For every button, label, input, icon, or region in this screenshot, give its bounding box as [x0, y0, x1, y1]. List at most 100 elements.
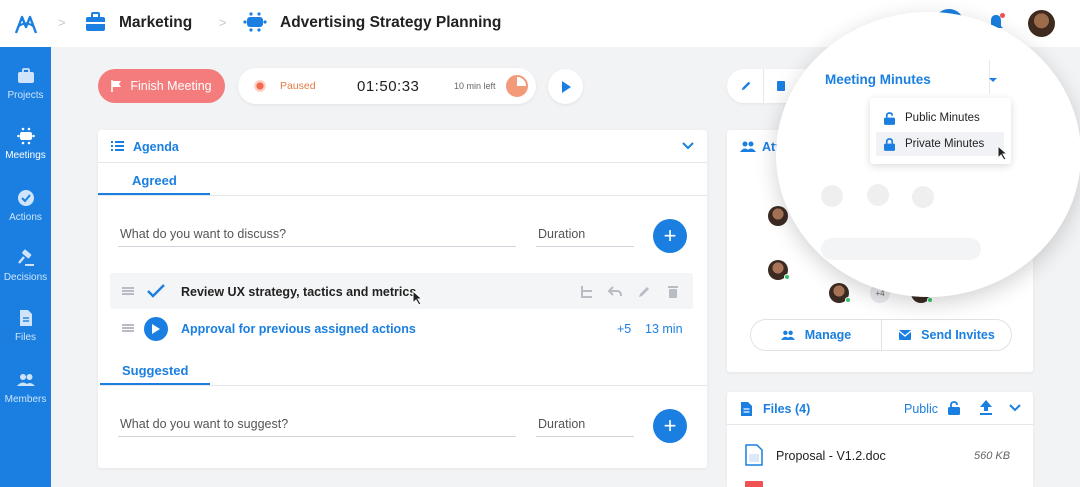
agenda-item-extra-count[interactable]: +5: [617, 322, 631, 336]
file-icon: [741, 402, 752, 416]
discuss-input-underline: [118, 246, 516, 247]
upload-icon[interactable]: [979, 400, 993, 415]
add-agenda-item-button[interactable]: +: [653, 219, 687, 253]
paused-indicator-icon: [254, 80, 266, 92]
attendee-actions: Manage Send Invites: [750, 319, 1012, 351]
file-name[interactable]: Proposal - V1.2.doc: [776, 449, 886, 463]
divider: [98, 162, 707, 163]
unlock-icon[interactable]: [948, 401, 960, 415]
mail-icon: [899, 330, 912, 340]
sidebar-item-label: Actions: [9, 212, 42, 223]
breadcrumb-workspace[interactable]: Marketing: [119, 14, 192, 32]
sidebar-item-actions[interactable]: Actions: [0, 189, 51, 223]
attendee-avatar: [912, 186, 934, 208]
online-status-dot: [845, 297, 851, 303]
agenda-item-title[interactable]: Review UX strategy, tactics and metrics: [181, 285, 416, 299]
notification-dot: [1000, 13, 1005, 18]
caret-down-icon[interactable]: [989, 78, 997, 82]
magnifier-lens: Meeting Minutes Public Minutes Private M…: [776, 12, 1080, 297]
sidebar-item-meetings[interactable]: Meetings: [0, 127, 51, 161]
finish-meeting-button[interactable]: Finish Meeting: [98, 69, 225, 103]
suggest-duration-underline: [536, 436, 634, 437]
agenda-item-duration: 13 min: [645, 322, 683, 336]
trash-icon[interactable]: [666, 285, 680, 299]
briefcase-icon: [86, 12, 105, 31]
attendee-avatar: [867, 184, 889, 206]
tab-agreed[interactable]: Agreed: [132, 173, 177, 188]
check-circle-icon: [17, 190, 34, 206]
sidebar: Projects Meetings Actions Decisions File…: [0, 47, 51, 487]
manage-label: Manage: [804, 328, 852, 342]
attendee-placeholder: [821, 238, 981, 260]
timer-status: Paused: [280, 80, 316, 92]
pdf-file-icon: [745, 481, 763, 487]
toolbar-divider: [763, 69, 764, 103]
breadcrumb-separator: >: [219, 15, 227, 30]
chevron-down-icon[interactable]: [682, 142, 694, 150]
gavel-icon: [17, 249, 34, 266]
sidebar-item-decisions[interactable]: Decisions: [0, 249, 51, 283]
suggest-duration-input[interactable]: Duration: [538, 417, 585, 431]
start-item-button[interactable]: [144, 317, 168, 341]
minutes-select-label: Meeting Minutes: [825, 72, 931, 87]
finish-meeting-label: Finish Meeting: [130, 79, 212, 93]
doc-file-icon: [745, 444, 763, 466]
user-avatar[interactable]: [1028, 10, 1055, 37]
play-icon: [152, 324, 160, 334]
sidebar-item-label: Meetings: [5, 150, 46, 161]
suggest-input[interactable]: What do you want to suggest?: [120, 417, 288, 431]
people-icon: [780, 330, 795, 340]
public-minutes-label: Public Minutes: [905, 112, 980, 124]
files-visibility[interactable]: Public: [904, 402, 938, 416]
online-status-dot: [784, 274, 790, 280]
duration-input[interactable]: Duration: [538, 227, 585, 241]
breadcrumb-meeting: Advertising Strategy Planning: [280, 14, 502, 31]
app-logo-icon[interactable]: [14, 13, 38, 35]
edit-icon[interactable]: [740, 80, 752, 92]
agenda-title: Agenda: [133, 140, 179, 154]
unlock-icon: [884, 111, 895, 125]
elapsed-time: 01:50:33: [357, 78, 420, 95]
plus-icon: +: [663, 413, 677, 438]
private-minutes-option[interactable]: Private Minutes: [876, 132, 1004, 156]
drag-handle-icon[interactable]: [122, 324, 134, 332]
sidebar-item-label: Files: [14, 332, 37, 343]
list-icon: [111, 141, 124, 151]
add-suggestion-button[interactable]: +: [653, 409, 687, 443]
file-icon: [19, 310, 32, 326]
subitem-icon[interactable]: [580, 285, 594, 299]
sidebar-item-label: Decisions: [3, 272, 48, 283]
minutes-dropdown: Public Minutes Private Minutes: [870, 98, 1011, 164]
edit-icon[interactable]: [637, 285, 651, 299]
briefcase-icon: [17, 68, 34, 83]
sidebar-item-files[interactable]: Files: [0, 309, 51, 343]
breadcrumb-separator: >: [58, 15, 66, 30]
resume-meeting-button[interactable]: [548, 69, 583, 104]
plus-icon: +: [663, 223, 677, 248]
time-remaining: 10 min left: [454, 81, 496, 91]
attendee-avatar[interactable]: [768, 206, 788, 226]
files-title: Files (4): [763, 402, 811, 416]
discuss-input[interactable]: What do you want to discuss?: [120, 227, 286, 241]
chevron-down-icon[interactable]: [1009, 404, 1021, 412]
sidebar-item-label: Projects: [7, 90, 44, 101]
mouse-cursor-icon: [997, 145, 1009, 161]
manage-attendees-button[interactable]: Manage: [751, 320, 881, 350]
files-card: Files (4) Public Proposal - V1.2.doc 560…: [727, 392, 1033, 487]
sidebar-item-members[interactable]: Members: [0, 371, 51, 405]
agenda-item-title[interactable]: Approval for previous assigned actions: [181, 322, 416, 336]
drag-handle-icon[interactable]: [122, 287, 134, 295]
undo-icon[interactable]: [608, 285, 622, 299]
play-icon: [561, 80, 571, 93]
send-invites-button[interactable]: Send Invites: [882, 320, 1012, 350]
public-minutes-option[interactable]: Public Minutes: [876, 106, 1004, 130]
meeting-icon: [16, 127, 35, 145]
flag-icon: [111, 80, 122, 92]
check-icon[interactable]: [147, 284, 165, 298]
private-minutes-label: Private Minutes: [905, 138, 985, 150]
divider: [98, 385, 707, 386]
time-remaining-pie-icon: [506, 75, 528, 97]
tab-suggested[interactable]: Suggested: [122, 363, 188, 378]
mouse-cursor-icon: [412, 290, 424, 306]
sidebar-item-projects[interactable]: Projects: [0, 67, 51, 101]
